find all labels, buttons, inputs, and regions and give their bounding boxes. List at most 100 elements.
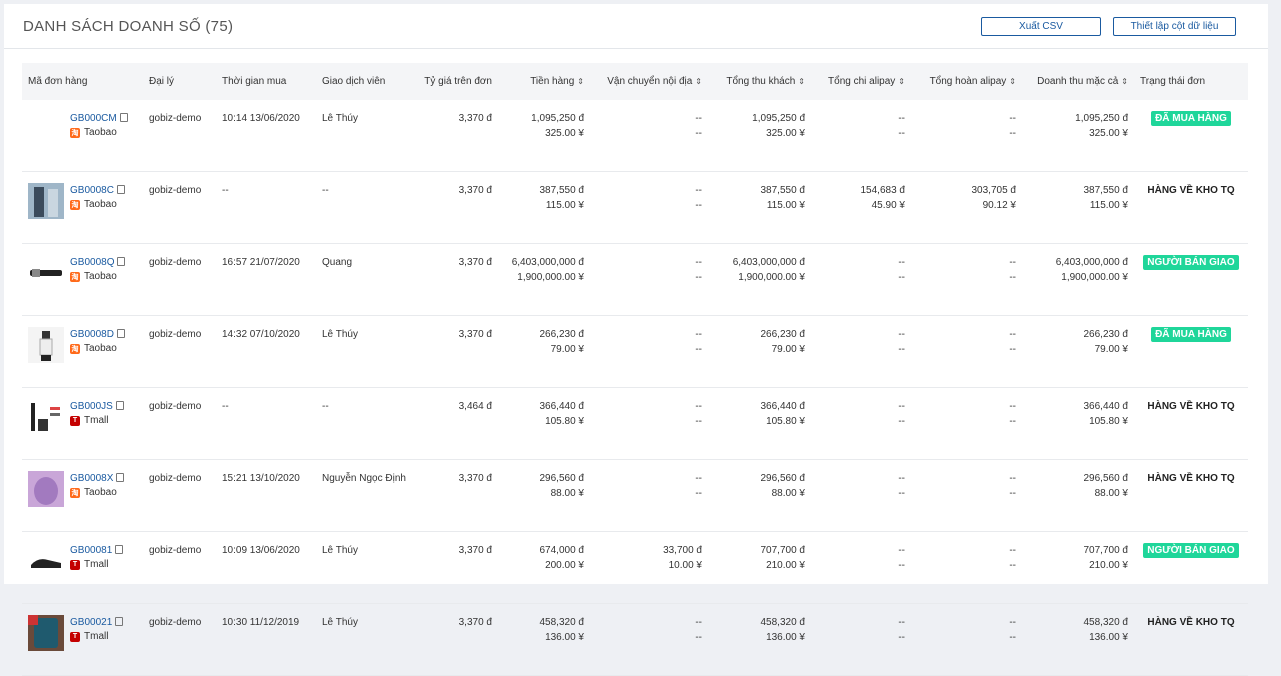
alipay-spent-cell: -- -- xyxy=(811,387,911,460)
sort-icon[interactable]: ⇕ xyxy=(898,77,905,86)
copy-icon[interactable] xyxy=(116,184,125,194)
order-cell: GB00081 T Tmall xyxy=(22,531,143,604)
order-cell: GB000JS T Tmall xyxy=(22,387,143,460)
product-thumbnail[interactable] xyxy=(28,327,64,363)
copy-icon[interactable] xyxy=(115,616,124,626)
goods-amount-cell: 458,320 đ 136.00 ¥ xyxy=(498,603,590,676)
bargain-revenue-cell: 707,700 đ 210.00 ¥ xyxy=(1022,531,1134,604)
staff-cell: Lê Thúy xyxy=(316,100,412,172)
goods-amount-vnd: 1,095,250 đ xyxy=(531,113,584,124)
taobao-icon: 淘 xyxy=(70,343,80,354)
table-row: GB0008C 淘 Taobao gobiz-demo -- -- 3,370 đ 387,5… xyxy=(22,171,1248,244)
order-code-link[interactable]: GB0008Q xyxy=(70,257,114,268)
purchase-time-cell: 16:57 21/07/2020 xyxy=(216,243,316,316)
agency-cell: gobiz-demo xyxy=(143,243,216,316)
copy-icon[interactable] xyxy=(117,256,126,266)
product-thumbnail xyxy=(28,111,64,147)
order-cell: GB0008D 淘 Taobao xyxy=(22,315,143,388)
column-header[interactable]: Tiền hàng ⇕ xyxy=(498,63,590,100)
alipay-spent-cny: -- xyxy=(898,560,905,571)
column-header-label: Tổng chi alipay xyxy=(828,76,896,87)
exchange-rate-cell: 3,370 đ xyxy=(412,100,498,172)
domestic-shipping-cny: -- xyxy=(695,632,702,643)
column-header: Đại lý xyxy=(143,63,216,100)
total-collected-cell: 6,403,000,000 đ 1,900,000.00 ¥ xyxy=(708,243,811,316)
order-code-link[interactable]: GB000CM xyxy=(70,113,117,124)
total-collected-vnd: 707,700 đ xyxy=(760,545,806,556)
product-thumbnail[interactable] xyxy=(28,399,64,435)
column-header-label: Tổng hoàn alipay xyxy=(929,76,1007,87)
order-code-link[interactable]: GB000JS xyxy=(70,401,113,412)
sort-icon[interactable]: ⇕ xyxy=(1121,77,1128,86)
product-thumbnail[interactable] xyxy=(28,471,64,507)
sort-icon[interactable]: ⇕ xyxy=(1009,77,1016,86)
copy-icon[interactable] xyxy=(119,112,128,122)
table-header-row: Mã đơn hàng Đại lý Thời gian mua Giao dịch … xyxy=(22,63,1248,100)
alipay-spent-cell: -- -- xyxy=(811,243,911,316)
order-status-cell: HÀNG VỀ KHO TQ xyxy=(1134,387,1248,460)
alipay-spent-cny: -- xyxy=(898,128,905,139)
agency-cell: gobiz-demo xyxy=(143,100,216,172)
bargain-revenue-cny: 105.80 ¥ xyxy=(1089,416,1128,427)
order-status-cell: HÀNG VỀ KHO TQ xyxy=(1134,171,1248,244)
copy-icon[interactable] xyxy=(115,400,124,410)
platform-label: Tmall xyxy=(84,559,109,570)
alipay-spent-cny: -- xyxy=(898,272,905,283)
column-header[interactable]: Vận chuyển nội địa ⇕ xyxy=(590,63,708,100)
column-header[interactable]: Tổng hoàn alipay ⇕ xyxy=(911,63,1022,100)
bargain-revenue-cny: 210.00 ¥ xyxy=(1089,560,1128,571)
order-code-link[interactable]: GB0008X xyxy=(70,473,113,484)
order-code-link[interactable]: GB0008C xyxy=(70,185,114,196)
staff-cell: -- xyxy=(316,387,412,460)
total-collected-cell: 296,560 đ 88.00 ¥ xyxy=(708,459,811,532)
tmall-icon: T xyxy=(70,559,80,570)
alipay-refund-cny: -- xyxy=(1009,344,1016,355)
total-collected-cny: 79.00 ¥ xyxy=(771,344,805,355)
bargain-revenue-cell: 296,560 đ 88.00 ¥ xyxy=(1022,459,1134,532)
sort-icon[interactable]: ⇕ xyxy=(798,77,805,86)
total-collected-cell: 1,095,250 đ 325.00 ¥ xyxy=(708,100,811,172)
export-csv-button[interactable]: Xuất CSV xyxy=(981,16,1101,36)
goods-amount-cny: 79.00 ¥ xyxy=(550,344,584,355)
order-code-link[interactable]: GB00081 xyxy=(70,545,112,556)
alipay-spent-vnd: -- xyxy=(898,113,905,124)
alipay-spent-cny: -- xyxy=(898,344,905,355)
product-thumbnail[interactable] xyxy=(28,615,64,651)
table-row: GB0008Q 淘 Taobao gobiz-demo 16:57 21/07/2020… xyxy=(22,243,1248,316)
column-settings-button[interactable]: Thiết lập cột dữ liệu xyxy=(1113,16,1236,36)
order-code-link[interactable]: GB00021 xyxy=(70,617,112,628)
status-badge: NGƯỜI BÁN GIAO xyxy=(1143,255,1239,270)
alipay-refund-cny: -- xyxy=(1009,416,1016,427)
taobao-icon: 淘 xyxy=(70,199,80,210)
tmall-icon: T xyxy=(70,415,80,426)
platform-label: Tmall xyxy=(84,415,109,426)
sales-table: Mã đơn hàng Đại lý Thời gian mua Giao dịch … xyxy=(22,63,1248,676)
column-header[interactable]: Tổng thu khách ⇕ xyxy=(708,63,811,100)
order-code-link[interactable]: GB0008D xyxy=(70,329,114,340)
sort-icon[interactable]: ⇕ xyxy=(695,77,702,86)
sales-panel: DANH SÁCH DOANH SỐ (75) Xuất CSV Thiết l… xyxy=(4,4,1268,676)
copy-icon[interactable] xyxy=(116,328,125,338)
bargain-revenue-cell: 266,230 đ 79.00 ¥ xyxy=(1022,315,1134,388)
sort-icon[interactable]: ⇕ xyxy=(577,77,584,86)
total-collected-cny: 1,900,000.00 ¥ xyxy=(738,272,805,283)
agency-cell: gobiz-demo xyxy=(143,531,216,604)
agency-cell: gobiz-demo xyxy=(143,387,216,460)
column-header[interactable]: Tổng chi alipay ⇕ xyxy=(811,63,911,100)
exchange-rate-cell: 3,370 đ xyxy=(412,243,498,316)
bargain-revenue-cny: 1,900,000.00 ¥ xyxy=(1061,272,1128,283)
purchase-time-cell: -- xyxy=(216,387,316,460)
panel-header: DANH SÁCH DOANH SỐ (75) Xuất CSV Thiết l… xyxy=(4,4,1268,49)
product-thumbnail[interactable] xyxy=(28,183,64,219)
domestic-shipping-cny: -- xyxy=(695,416,702,427)
column-header[interactable]: Doanh thu mặc cả ⇕ xyxy=(1022,63,1134,100)
column-header-label: Doanh thu mặc cả xyxy=(1037,76,1119,87)
copy-icon[interactable] xyxy=(115,544,124,554)
alipay-refund-cell: -- -- xyxy=(911,387,1022,460)
bargain-revenue-vnd: 387,550 đ xyxy=(1083,185,1129,196)
column-header-label: Đại lý xyxy=(149,76,175,87)
product-thumbnail[interactable] xyxy=(28,255,64,291)
total-collected-vnd: 266,230 đ xyxy=(760,329,806,340)
column-header-label: Trạng thái đơn xyxy=(1140,76,1206,87)
copy-icon[interactable] xyxy=(116,472,125,482)
